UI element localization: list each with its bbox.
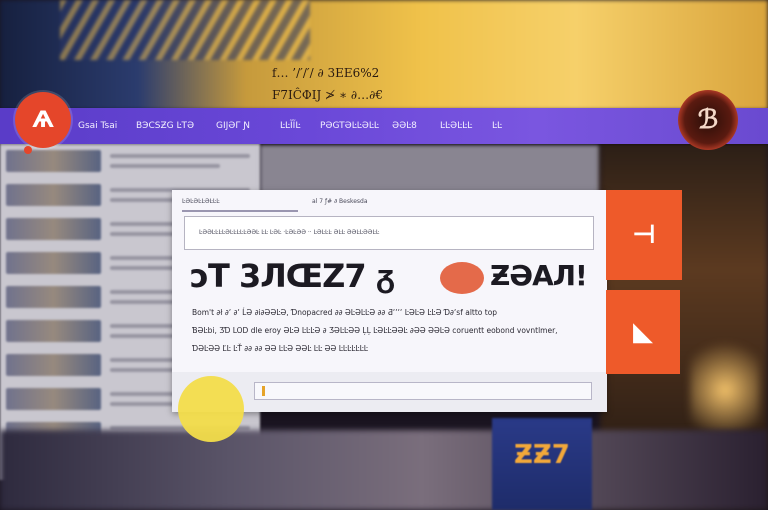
top-caption: f… ’/′/′/ ∂ 3EE6%2 F7IĈΦIJ ≯ ∗ ∂…∂€ [272, 62, 472, 106]
nav-item-5[interactable]: PƏGTƏĿĿƏĿĿ [320, 108, 379, 144]
background-bottom [0, 430, 768, 510]
nav-item-2[interactable]: BЭCSƵG ĿTƏ [136, 108, 194, 144]
caption-line-1: f… ’/′/′/ ∂ 3EE6%2 [272, 66, 380, 80]
input-cursor-handle [262, 386, 265, 396]
decorative-circle [178, 376, 244, 442]
background-middle [260, 145, 600, 195]
site-logo[interactable]: Ѧ [15, 92, 71, 148]
card-tab-secondary[interactable]: al 7 ƒ# ∂ Beskesda [312, 194, 368, 210]
headline-badge [440, 262, 484, 294]
tile-2-icon: ◣ [633, 317, 653, 347]
nav-item-4[interactable]: ĿĿĨĨĿ [280, 108, 300, 144]
nav-item-1[interactable]: Gsai Tsai [78, 108, 117, 144]
side-tile-2[interactable]: ◣ [606, 290, 680, 374]
caption-line-2: F7IĈΦIJ ≯ ∗ ∂…∂€ [272, 88, 383, 102]
logo-icon: Ѧ [32, 107, 54, 133]
nav-item-6[interactable]: ƏƏĿ8 [392, 108, 417, 144]
background-stripe [60, 0, 310, 60]
card-tab-primary[interactable]: ĿƏĿƏĿĿƏĿĿĿ [182, 194, 298, 212]
profile-emblem[interactable]: ℬ [678, 90, 738, 150]
nav-item-8[interactable]: ĿĿ [492, 108, 502, 144]
card-body-text: Bom't ∂ł ∂ʼ ∂ʼ ĹƏ ∂i∂ƏƏĿƏ, Ɗnopacred ∂∂ … [192, 304, 592, 358]
nav-item-3[interactable]: GĲƏΓ Ɲ [216, 108, 250, 144]
body-line-3: ƊƏĿƏƏ ĽĿ ĿŤ ∂∂ ∂∂ ƏƏ ĿĿƏ ƏƏĿ ĿĿ ƏƏ ĿĿĿĿĿ… [192, 344, 368, 353]
emblem-icon: ℬ [697, 105, 719, 135]
card-headline: ↄT 3ЛŒZ7 ᵹ [190, 257, 395, 295]
card-headline-right: ƵƏAЛ! [490, 259, 588, 292]
side-tile-1[interactable]: ⊣ [606, 190, 682, 280]
nav-menu: Gsai Tsai BЭCSƵG ĿTƏ GĲƏΓ Ɲ ĿĿĨĨĿ PƏGTƏĿ… [0, 108, 560, 144]
content-card: ĿƏĿƏĿĿƏĿĿĿ al 7 ƒ# ∂ Beskesda ĿƏƏĿĿĿĿƏĿĿ… [172, 190, 607, 412]
body-line-1: Bom't ∂ł ∂ʼ ∂ʼ ĹƏ ∂i∂ƏƏĿƏ, Ɗnopacred ∂∂ … [192, 308, 498, 317]
logo-dot [24, 146, 32, 154]
nav-item-7[interactable]: ĿĿƏĿĿĿ [440, 108, 472, 144]
tile-1-icon: ⊣ [632, 220, 656, 250]
body-line-2: ƁƏĿbi, ƷƊ LOD dle eroy ƏĿƏ ĿĿĿƏ ∂ ƷƏĿĿƏƏ… [192, 326, 558, 335]
card-search-bar[interactable]: ĿƏƏĿĿĿĿƏĿĿĿĿĿƏƏĿ ĿĿ ĿƏĿ ·ĿƏĿƏƏ ·· ĿƏĿĿĿ … [184, 216, 594, 250]
poster-label: ƵƵ7 [514, 440, 570, 470]
card-footer-input[interactable] [254, 382, 592, 400]
